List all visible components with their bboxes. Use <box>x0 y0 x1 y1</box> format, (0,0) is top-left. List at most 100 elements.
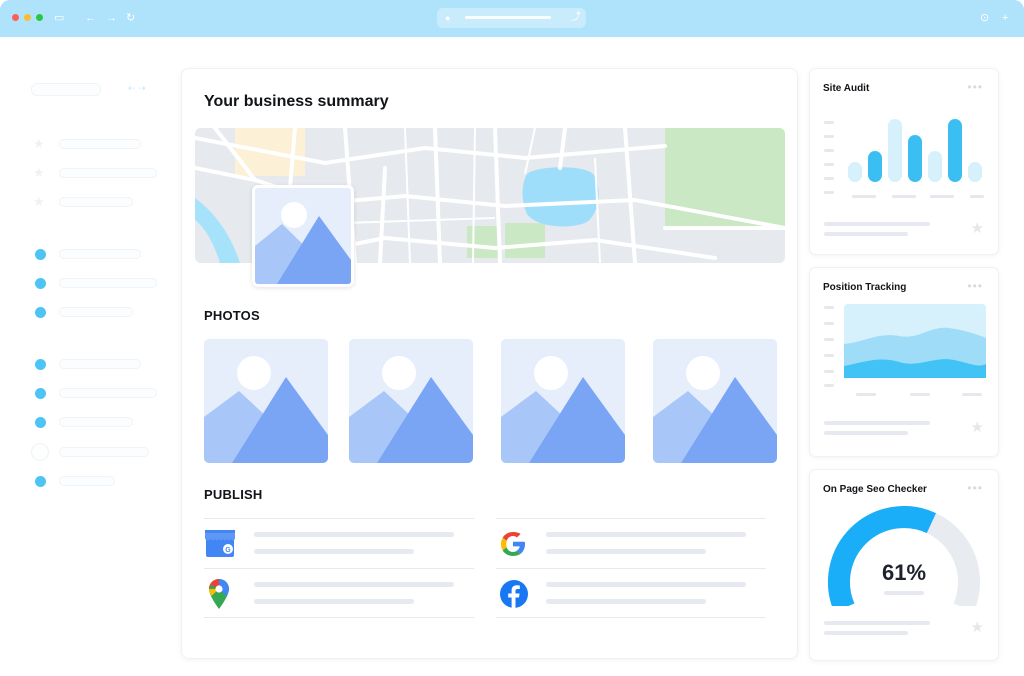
axis-tick <box>892 195 916 198</box>
sidebar-item[interactable] <box>59 168 157 178</box>
text-placeholder <box>824 421 930 425</box>
position-tracking-title: Position Tracking <box>823 282 907 293</box>
text-placeholder <box>254 582 454 587</box>
seo-checker-card[interactable]: On Page Seo Checker ••• 61% ★ <box>809 469 999 661</box>
svg-text:G: G <box>225 547 231 554</box>
business-summary-card: Your business summary PHOTOS PUBLISH G <box>181 68 798 659</box>
sidebar-bullet-icon <box>35 307 46 318</box>
text-placeholder <box>546 582 746 587</box>
browser-titlebar: ▭ ← → ↻ ● ⤴ ⊙ + <box>0 0 1024 37</box>
photo-thumbnail[interactable] <box>501 339 625 463</box>
download-icon[interactable]: ⊙ <box>980 11 989 25</box>
axis-tick <box>824 149 834 152</box>
google-icon <box>501 532 525 556</box>
sidebar-item[interactable] <box>59 197 133 207</box>
site-audit-bar <box>888 119 902 182</box>
star-icon[interactable]: ★ <box>971 620 984 635</box>
sidebar-item[interactable] <box>59 278 157 288</box>
photo-thumbnail[interactable] <box>653 339 777 463</box>
site-audit-bar <box>848 162 862 182</box>
sidebar-collapse-icon[interactable]: ⇠ ⇢ <box>128 83 146 94</box>
publish-row-google-my-business[interactable]: G <box>204 518 474 568</box>
axis-tick <box>824 306 834 309</box>
axis-tick <box>824 191 834 194</box>
lock-icon: ● <box>445 13 451 23</box>
image-placeholder-icon <box>349 339 473 463</box>
axis-tick <box>962 393 982 396</box>
text-placeholder <box>824 431 908 435</box>
sidebar-item[interactable] <box>59 388 157 398</box>
seo-checker-title: On Page Seo Checker <box>823 484 927 495</box>
sidebar-bullet-icon <box>35 417 46 428</box>
sidebar-logo-placeholder <box>31 83 101 96</box>
text-placeholder <box>254 599 414 604</box>
site-audit-bar <box>908 135 922 182</box>
text-placeholder <box>824 621 930 625</box>
sidebar-item[interactable] <box>59 249 141 259</box>
text-placeholder <box>254 549 414 554</box>
share-icon[interactable]: ⤴ <box>571 11 581 25</box>
photo-thumbnail[interactable] <box>349 339 473 463</box>
sidebar-bullet-icon <box>35 388 46 399</box>
publish-row-google-maps[interactable] <box>204 568 474 618</box>
sidebar-avatar[interactable] <box>31 443 49 461</box>
text-placeholder <box>884 591 924 595</box>
axis-tick <box>824 121 834 124</box>
browser-window: ▭ ← → ↻ ● ⤴ ⊙ + ⇠ ⇢ ★ ★ ★ Your business … <box>0 0 1024 676</box>
back-arrow-icon[interactable]: ← <box>85 11 96 25</box>
address-bar[interactable]: ● ⤴ <box>437 8 586 28</box>
publish-row-google[interactable] <box>496 518 766 568</box>
sidebar-item[interactable] <box>59 359 141 369</box>
text-placeholder <box>824 232 908 236</box>
sidebar-item[interactable] <box>59 307 133 317</box>
site-audit-card[interactable]: Site Audit ••• ★ <box>809 68 999 255</box>
axis-tick <box>824 338 834 341</box>
publish-row-facebook[interactable] <box>496 568 766 618</box>
url-placeholder <box>465 16 551 19</box>
reload-icon[interactable]: ↻ <box>126 11 135 25</box>
maximize-window-dot[interactable] <box>36 14 43 21</box>
axis-tick <box>910 393 930 396</box>
text-placeholder <box>254 532 454 537</box>
star-icon[interactable]: ★ <box>971 221 984 236</box>
site-audit-title: Site Audit <box>823 83 870 94</box>
new-tab-icon[interactable]: + <box>1002 11 1008 25</box>
sidebar-item[interactable] <box>59 139 141 149</box>
star-icon: ★ <box>33 194 45 209</box>
axis-tick <box>824 177 834 180</box>
close-window-dot[interactable] <box>12 14 19 21</box>
sidebar-bullet-icon <box>35 476 46 487</box>
sidebar-item[interactable] <box>59 447 149 457</box>
axis-tick <box>930 195 954 198</box>
star-icon: ★ <box>33 165 45 180</box>
axis-tick <box>852 195 876 198</box>
site-audit-bar <box>928 151 942 182</box>
sidebar-item[interactable] <box>59 417 133 427</box>
position-tracking-card[interactable]: Position Tracking ••• ★ <box>809 267 999 457</box>
publish-section-title: PUBLISH <box>204 487 263 502</box>
image-placeholder-icon <box>204 339 328 463</box>
sidebar-item[interactable] <box>59 476 115 486</box>
axis-tick <box>824 322 834 325</box>
more-options-icon[interactable]: ••• <box>967 81 983 93</box>
sidebar-toggle-icon[interactable]: ▭ <box>54 11 64 25</box>
text-placeholder <box>546 532 746 537</box>
star-icon[interactable]: ★ <box>971 420 984 435</box>
business-profile-image[interactable] <box>252 185 354 287</box>
more-options-icon[interactable]: ••• <box>967 482 983 494</box>
site-audit-bar <box>948 119 962 182</box>
axis-tick <box>824 370 834 373</box>
axis-tick <box>824 354 834 357</box>
sidebar-bullet-icon <box>35 359 46 370</box>
seo-score-value: 61% <box>881 560 927 585</box>
photos-section-title: PHOTOS <box>204 308 260 323</box>
sidebar-bullet-icon <box>35 278 46 289</box>
axis-tick <box>970 195 984 198</box>
forward-arrow-icon[interactable]: → <box>106 11 117 25</box>
axis-tick <box>824 384 834 387</box>
more-options-icon[interactable]: ••• <box>967 280 983 292</box>
photo-thumbnail[interactable] <box>204 339 328 463</box>
site-audit-bar <box>968 162 982 182</box>
minimize-window-dot[interactable] <box>24 14 31 21</box>
facebook-icon <box>500 580 528 608</box>
